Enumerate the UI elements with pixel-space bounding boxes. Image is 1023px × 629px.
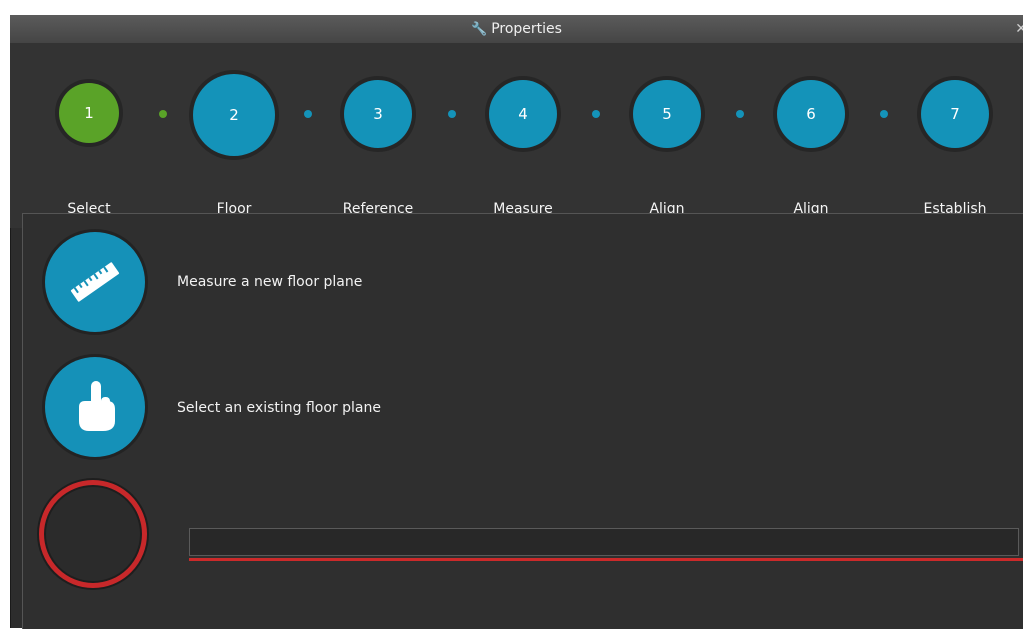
step-6-circle[interactable]: 6 bbox=[777, 80, 845, 148]
error-status-ring bbox=[39, 480, 147, 588]
step-3-circle[interactable]: 3 bbox=[344, 80, 412, 148]
close-icon[interactable]: ✕ bbox=[1015, 21, 1023, 37]
window-title: Properties bbox=[491, 21, 562, 37]
floor-name-input[interactable] bbox=[189, 528, 1019, 556]
select-floor-button[interactable] bbox=[45, 357, 145, 457]
options-panel: Measure a new floor plane Select an exis… bbox=[22, 213, 1023, 629]
wizard-steps: 1 2 3 4 5 6 7 Select Floor Reference Mea… bbox=[10, 43, 1023, 228]
step-5-circle[interactable]: 5 bbox=[633, 80, 701, 148]
pointing-hand-icon bbox=[79, 381, 115, 431]
connector-dot bbox=[880, 110, 888, 118]
properties-window: 🔧 Properties ✕ 1 2 3 4 5 6 7 Select Floo… bbox=[10, 15, 1023, 629]
measure-floor-button[interactable] bbox=[45, 232, 145, 332]
wrench-icon: 🔧 bbox=[471, 21, 488, 37]
connector-dot bbox=[448, 110, 456, 118]
title-bar: 🔧 Properties ✕ bbox=[10, 15, 1023, 44]
step-7-circle[interactable]: 7 bbox=[921, 80, 989, 148]
select-floor-label[interactable]: Select an existing floor plane bbox=[177, 400, 381, 416]
connector-dot bbox=[304, 110, 312, 118]
ruler-icon bbox=[70, 262, 120, 302]
step-4-circle[interactable]: 4 bbox=[489, 80, 557, 148]
connector-dot bbox=[592, 110, 600, 118]
step-2-circle[interactable]: 2 bbox=[193, 74, 275, 156]
measure-floor-label[interactable]: Measure a new floor plane bbox=[177, 274, 362, 290]
error-underline bbox=[189, 558, 1023, 561]
step-1-circle[interactable]: 1 bbox=[59, 83, 119, 143]
connector-dot bbox=[736, 110, 744, 118]
connector-dot bbox=[159, 110, 167, 118]
